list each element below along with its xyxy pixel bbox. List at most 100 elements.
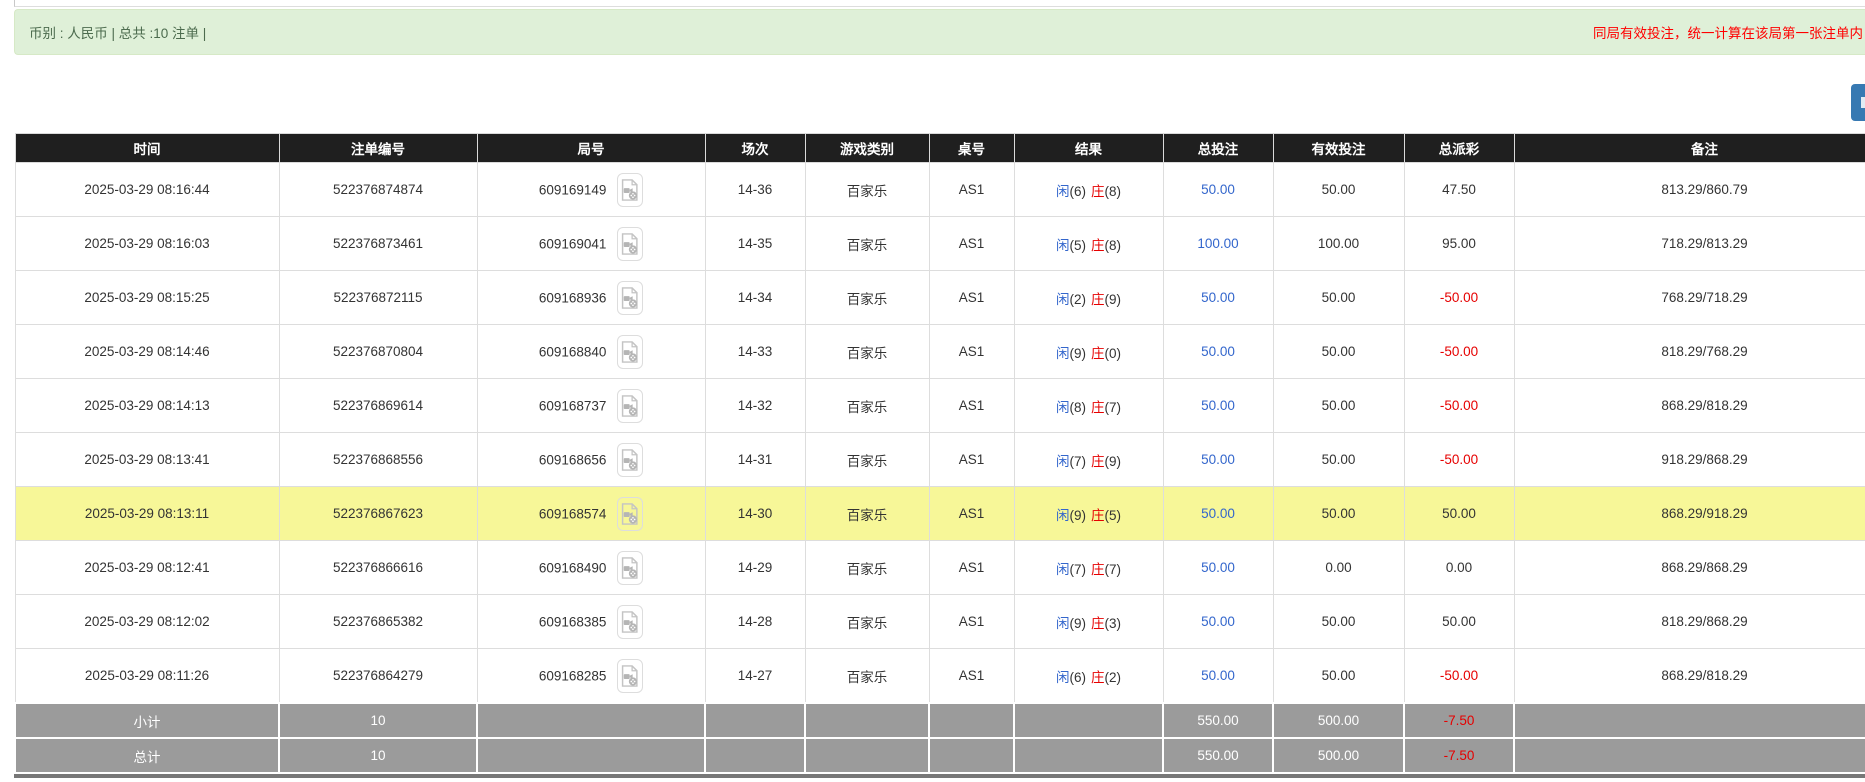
cell-table-code: AS1: [929, 487, 1014, 541]
cell-time: 2025-03-29 08:13:41: [15, 433, 279, 487]
subtotal-empty-cell: [929, 703, 1014, 738]
cell-game-type: 百家乐: [805, 541, 929, 595]
grand-total-row: 总计 10 550.00 500.00 -7.50: [15, 738, 1865, 773]
cell-total-bet[interactable]: 50.00: [1163, 595, 1273, 649]
cell-payout: -50.00: [1404, 649, 1514, 704]
result-player-score: (6): [1070, 184, 1087, 199]
video-replay-button[interactable]: [617, 659, 643, 693]
col-header-result: 结果: [1014, 134, 1163, 163]
cell-session: 14-36: [705, 163, 805, 217]
result-banker-score: (5): [1105, 508, 1122, 523]
cell-total-bet[interactable]: 50.00: [1163, 541, 1273, 595]
cell-payout: -50.00: [1404, 433, 1514, 487]
cell-bet-id: 522376873461: [279, 217, 477, 271]
subtotal-valid-bet: 500.00: [1273, 703, 1404, 738]
cell-remark: 768.29/718.29: [1514, 271, 1865, 325]
bet-record-row: 2025-03-29 08:16:44 522376874874 6091691…: [15, 163, 1865, 217]
result-banker-label: 庄: [1091, 670, 1105, 685]
col-header-time: 时间: [15, 134, 279, 163]
round-id-value: 609168656: [539, 452, 607, 467]
video-replay-button[interactable]: [617, 443, 643, 477]
result-player-label: 闲: [1056, 346, 1070, 361]
result-banker-label: 庄: [1091, 292, 1105, 307]
video-replay-icon: [621, 178, 639, 202]
cell-valid-bet: 50.00: [1273, 433, 1404, 487]
video-replay-icon: [621, 664, 639, 688]
cell-game-type: 百家乐: [805, 379, 929, 433]
cell-total-bet[interactable]: 50.00: [1163, 649, 1273, 704]
cell-game-type: 百家乐: [805, 649, 929, 704]
cell-payout: 47.50: [1404, 163, 1514, 217]
cell-session: 14-32: [705, 379, 805, 433]
grand-total-payout: -7.50: [1404, 738, 1514, 773]
video-replay-button[interactable]: [617, 173, 643, 207]
video-replay-icon: [621, 232, 639, 256]
round-id-value: 609169149: [539, 182, 607, 197]
result-banker-score: (7): [1105, 400, 1122, 415]
top-cutoff-divider: [14, 0, 1865, 7]
grand-total-empty-cell: [929, 738, 1014, 773]
cell-payout: -50.00: [1404, 271, 1514, 325]
cell-bet-id: 522376864279: [279, 649, 477, 704]
video-replay-button[interactable]: [617, 497, 643, 531]
video-replay-button[interactable]: [617, 605, 643, 639]
cell-time: 2025-03-29 08:13:11: [15, 487, 279, 541]
cell-result: 闲(7)庄(9): [1014, 433, 1163, 487]
cell-game-type: 百家乐: [805, 433, 929, 487]
cell-total-bet[interactable]: 50.00: [1163, 325, 1273, 379]
video-replay-icon: [621, 448, 639, 472]
cell-bet-id: 522376865382: [279, 595, 477, 649]
cell-total-bet[interactable]: 50.00: [1163, 163, 1273, 217]
grand-total-valid-bet: 500.00: [1273, 738, 1404, 773]
cell-time: 2025-03-29 08:12:41: [15, 541, 279, 595]
result-player-label: 闲: [1056, 400, 1070, 415]
result-player-label: 闲: [1056, 508, 1070, 523]
cell-time: 2025-03-29 08:14:46: [15, 325, 279, 379]
video-replay-button[interactable]: [617, 389, 643, 423]
cell-bet-id: 522376867623: [279, 487, 477, 541]
cell-round-id: 609168490: [477, 541, 705, 595]
cell-remark: 868.29/918.29: [1514, 487, 1865, 541]
video-replay-button[interactable]: [617, 281, 643, 315]
result-banker-label: 庄: [1091, 562, 1105, 577]
subtotal-payout: -7.50: [1404, 703, 1514, 738]
result-player-score: (9): [1070, 346, 1087, 361]
video-replay-icon: [621, 394, 639, 418]
cell-total-bet[interactable]: 50.00: [1163, 487, 1273, 541]
col-header-round-id: 局号: [477, 134, 705, 163]
bet-record-row: 2025-03-29 08:12:41 522376866616 6091684…: [15, 541, 1865, 595]
grand-total-empty-cell: [805, 738, 929, 773]
cell-session: 14-27: [705, 649, 805, 704]
cell-game-type: 百家乐: [805, 217, 929, 271]
cell-total-bet[interactable]: 50.00: [1163, 271, 1273, 325]
cell-time: 2025-03-29 08:16:44: [15, 163, 279, 217]
table-body: 2025-03-29 08:16:44 522376874874 6091691…: [15, 163, 1865, 704]
result-banker-score: (2): [1105, 670, 1122, 685]
cell-round-id: 609168656: [477, 433, 705, 487]
round-id-value: 609169041: [539, 236, 607, 251]
cell-result: 闲(6)庄(2): [1014, 649, 1163, 704]
cell-time: 2025-03-29 08:15:25: [15, 271, 279, 325]
export-button[interactable]: [1851, 84, 1865, 121]
video-replay-button[interactable]: [617, 551, 643, 585]
subtotal-empty-cell: [705, 703, 805, 738]
grand-total-count: 10: [279, 738, 477, 773]
video-replay-button[interactable]: [617, 335, 643, 369]
cell-total-bet[interactable]: 100.00: [1163, 217, 1273, 271]
cell-time: 2025-03-29 08:11:26: [15, 649, 279, 704]
cell-game-type: 百家乐: [805, 595, 929, 649]
page: { "banner": { "left_text": "币别 : 人民币 | 总…: [0, 0, 1865, 782]
result-player-score: (9): [1070, 616, 1087, 631]
result-player-score: (6): [1070, 670, 1087, 685]
result-banker-label: 庄: [1091, 238, 1105, 253]
cell-result: 闲(8)庄(7): [1014, 379, 1163, 433]
subtotal-empty-cell: [805, 703, 929, 738]
cell-table-code: AS1: [929, 217, 1014, 271]
cell-round-id: 609168840: [477, 325, 705, 379]
cell-total-bet[interactable]: 50.00: [1163, 379, 1273, 433]
cell-bet-id: 522376869614: [279, 379, 477, 433]
col-header-session: 场次: [705, 134, 805, 163]
video-replay-icon: [621, 502, 639, 526]
video-replay-button[interactable]: [617, 227, 643, 261]
cell-total-bet[interactable]: 50.00: [1163, 433, 1273, 487]
